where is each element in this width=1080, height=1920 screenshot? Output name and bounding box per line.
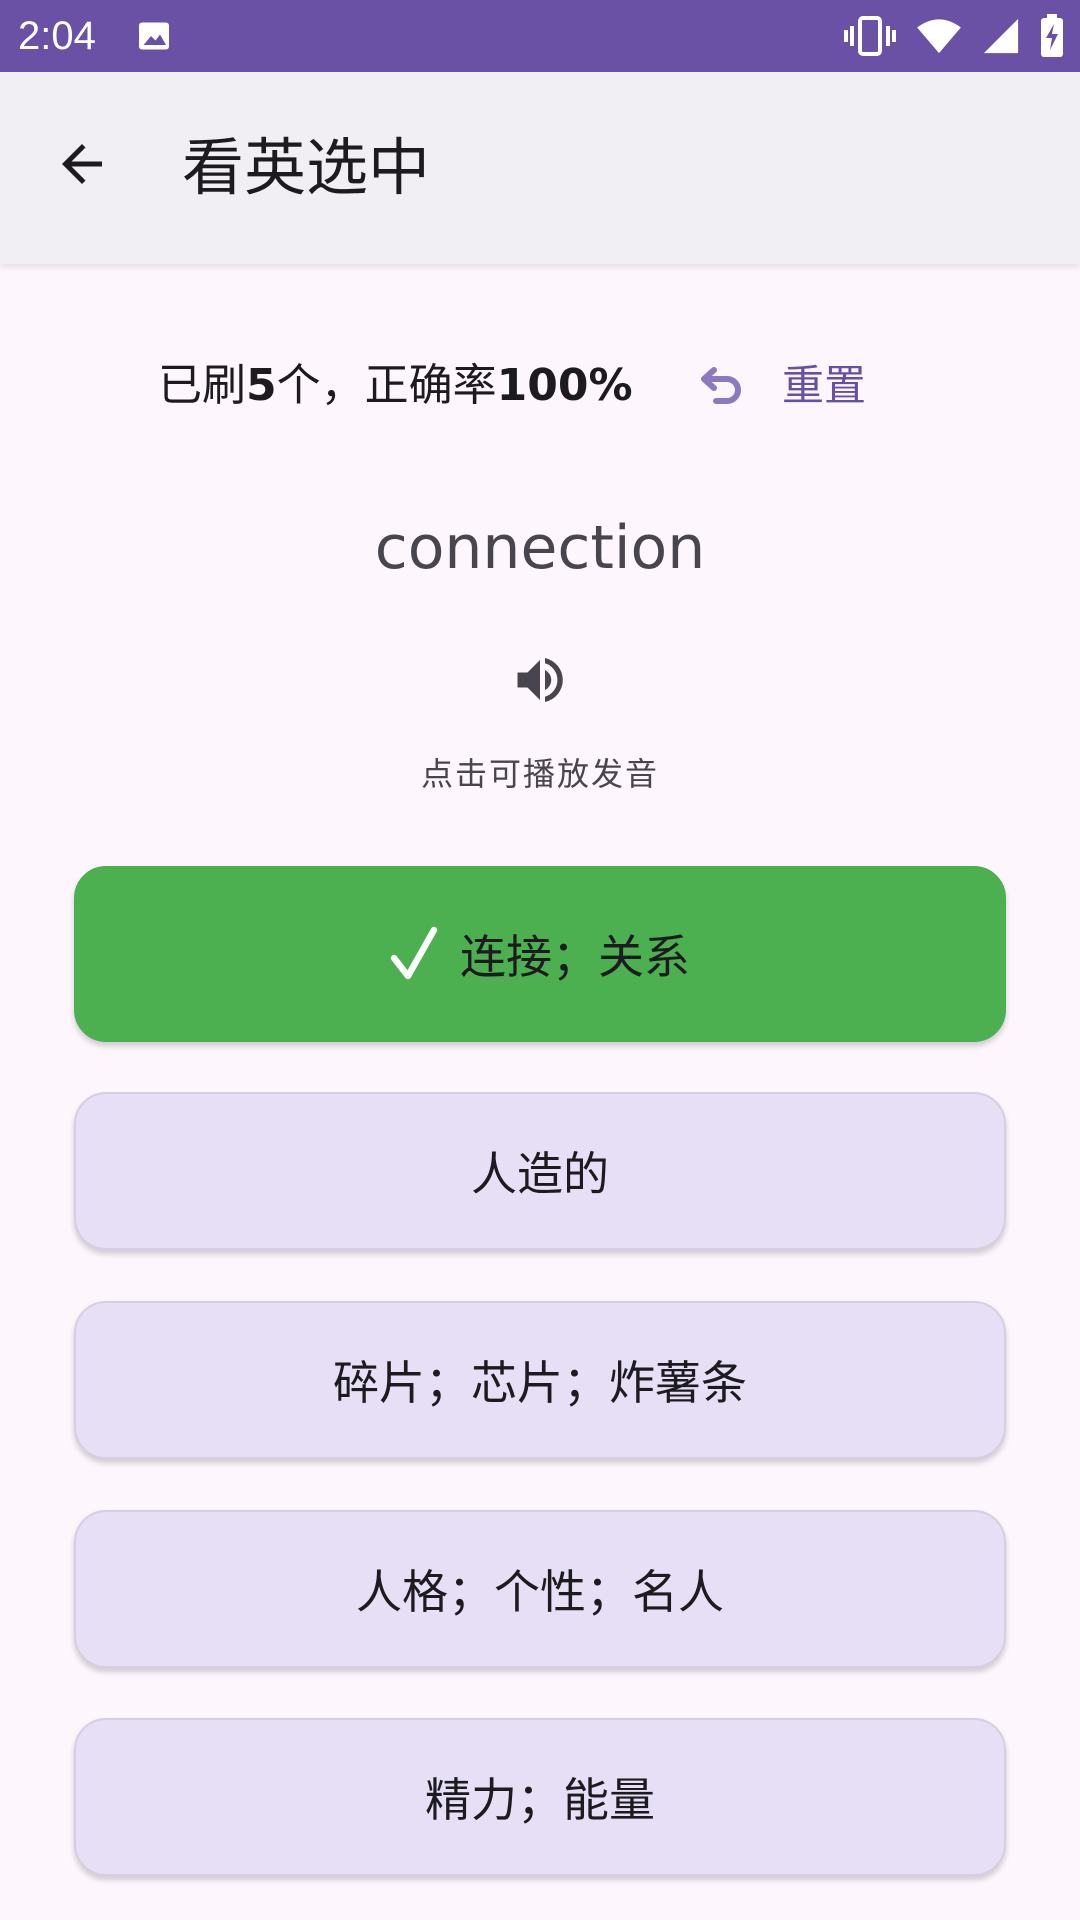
stats-row: 已刷5个，正确率100% 重置 [0, 348, 1080, 420]
stats-middle: 个，正确率 [276, 360, 497, 411]
status-bar: 2:04 [0, 0, 1080, 72]
option-button-4[interactable]: 人格；个性；名人 [74, 1510, 1006, 1668]
stats-count: 5 [246, 360, 277, 411]
option-button-2[interactable]: 人造的 [74, 1092, 1006, 1250]
option-label: 精力；能量 [425, 1773, 655, 1827]
option-label: 人格；个性；名人 [356, 1565, 724, 1619]
status-time: 2:04 [18, 14, 96, 58]
option-button-3[interactable]: 碎片；芯片；炸薯条 [74, 1301, 1006, 1459]
vibrate-icon [844, 16, 896, 56]
undo-icon[interactable] [700, 366, 744, 406]
arrow-left-icon[interactable] [52, 134, 112, 194]
option-button-5[interactable]: 精力；能量 [74, 1718, 1006, 1876]
stats-accuracy: 100% [496, 360, 633, 411]
reset-button[interactable]: 重置 [782, 358, 866, 414]
option-label: 人造的 [471, 1147, 609, 1201]
app-bar: 看英选中 [0, 72, 1080, 264]
volume-icon[interactable] [510, 650, 570, 710]
page-title: 看英选中 [182, 131, 431, 204]
pronunciation-hint: 点击可播放发音 [420, 755, 659, 793]
status-icons [844, 12, 1064, 60]
cell-signal-icon [983, 18, 1019, 54]
check-icon [390, 926, 438, 980]
stats-prefix: 已刷 [158, 360, 246, 411]
quiz-word: connection [374, 513, 706, 583]
option-label: 连接；关系 [460, 930, 690, 984]
stats-text: 已刷5个，正确率100% [158, 358, 633, 414]
option-button-1[interactable]: 连接；关系 [74, 866, 1006, 1042]
option-label: 碎片；芯片；炸薯条 [333, 1356, 747, 1410]
battery-charging-icon [1041, 14, 1063, 57]
gallery-notification-icon [139, 22, 169, 50]
wifi-icon [917, 19, 961, 54]
